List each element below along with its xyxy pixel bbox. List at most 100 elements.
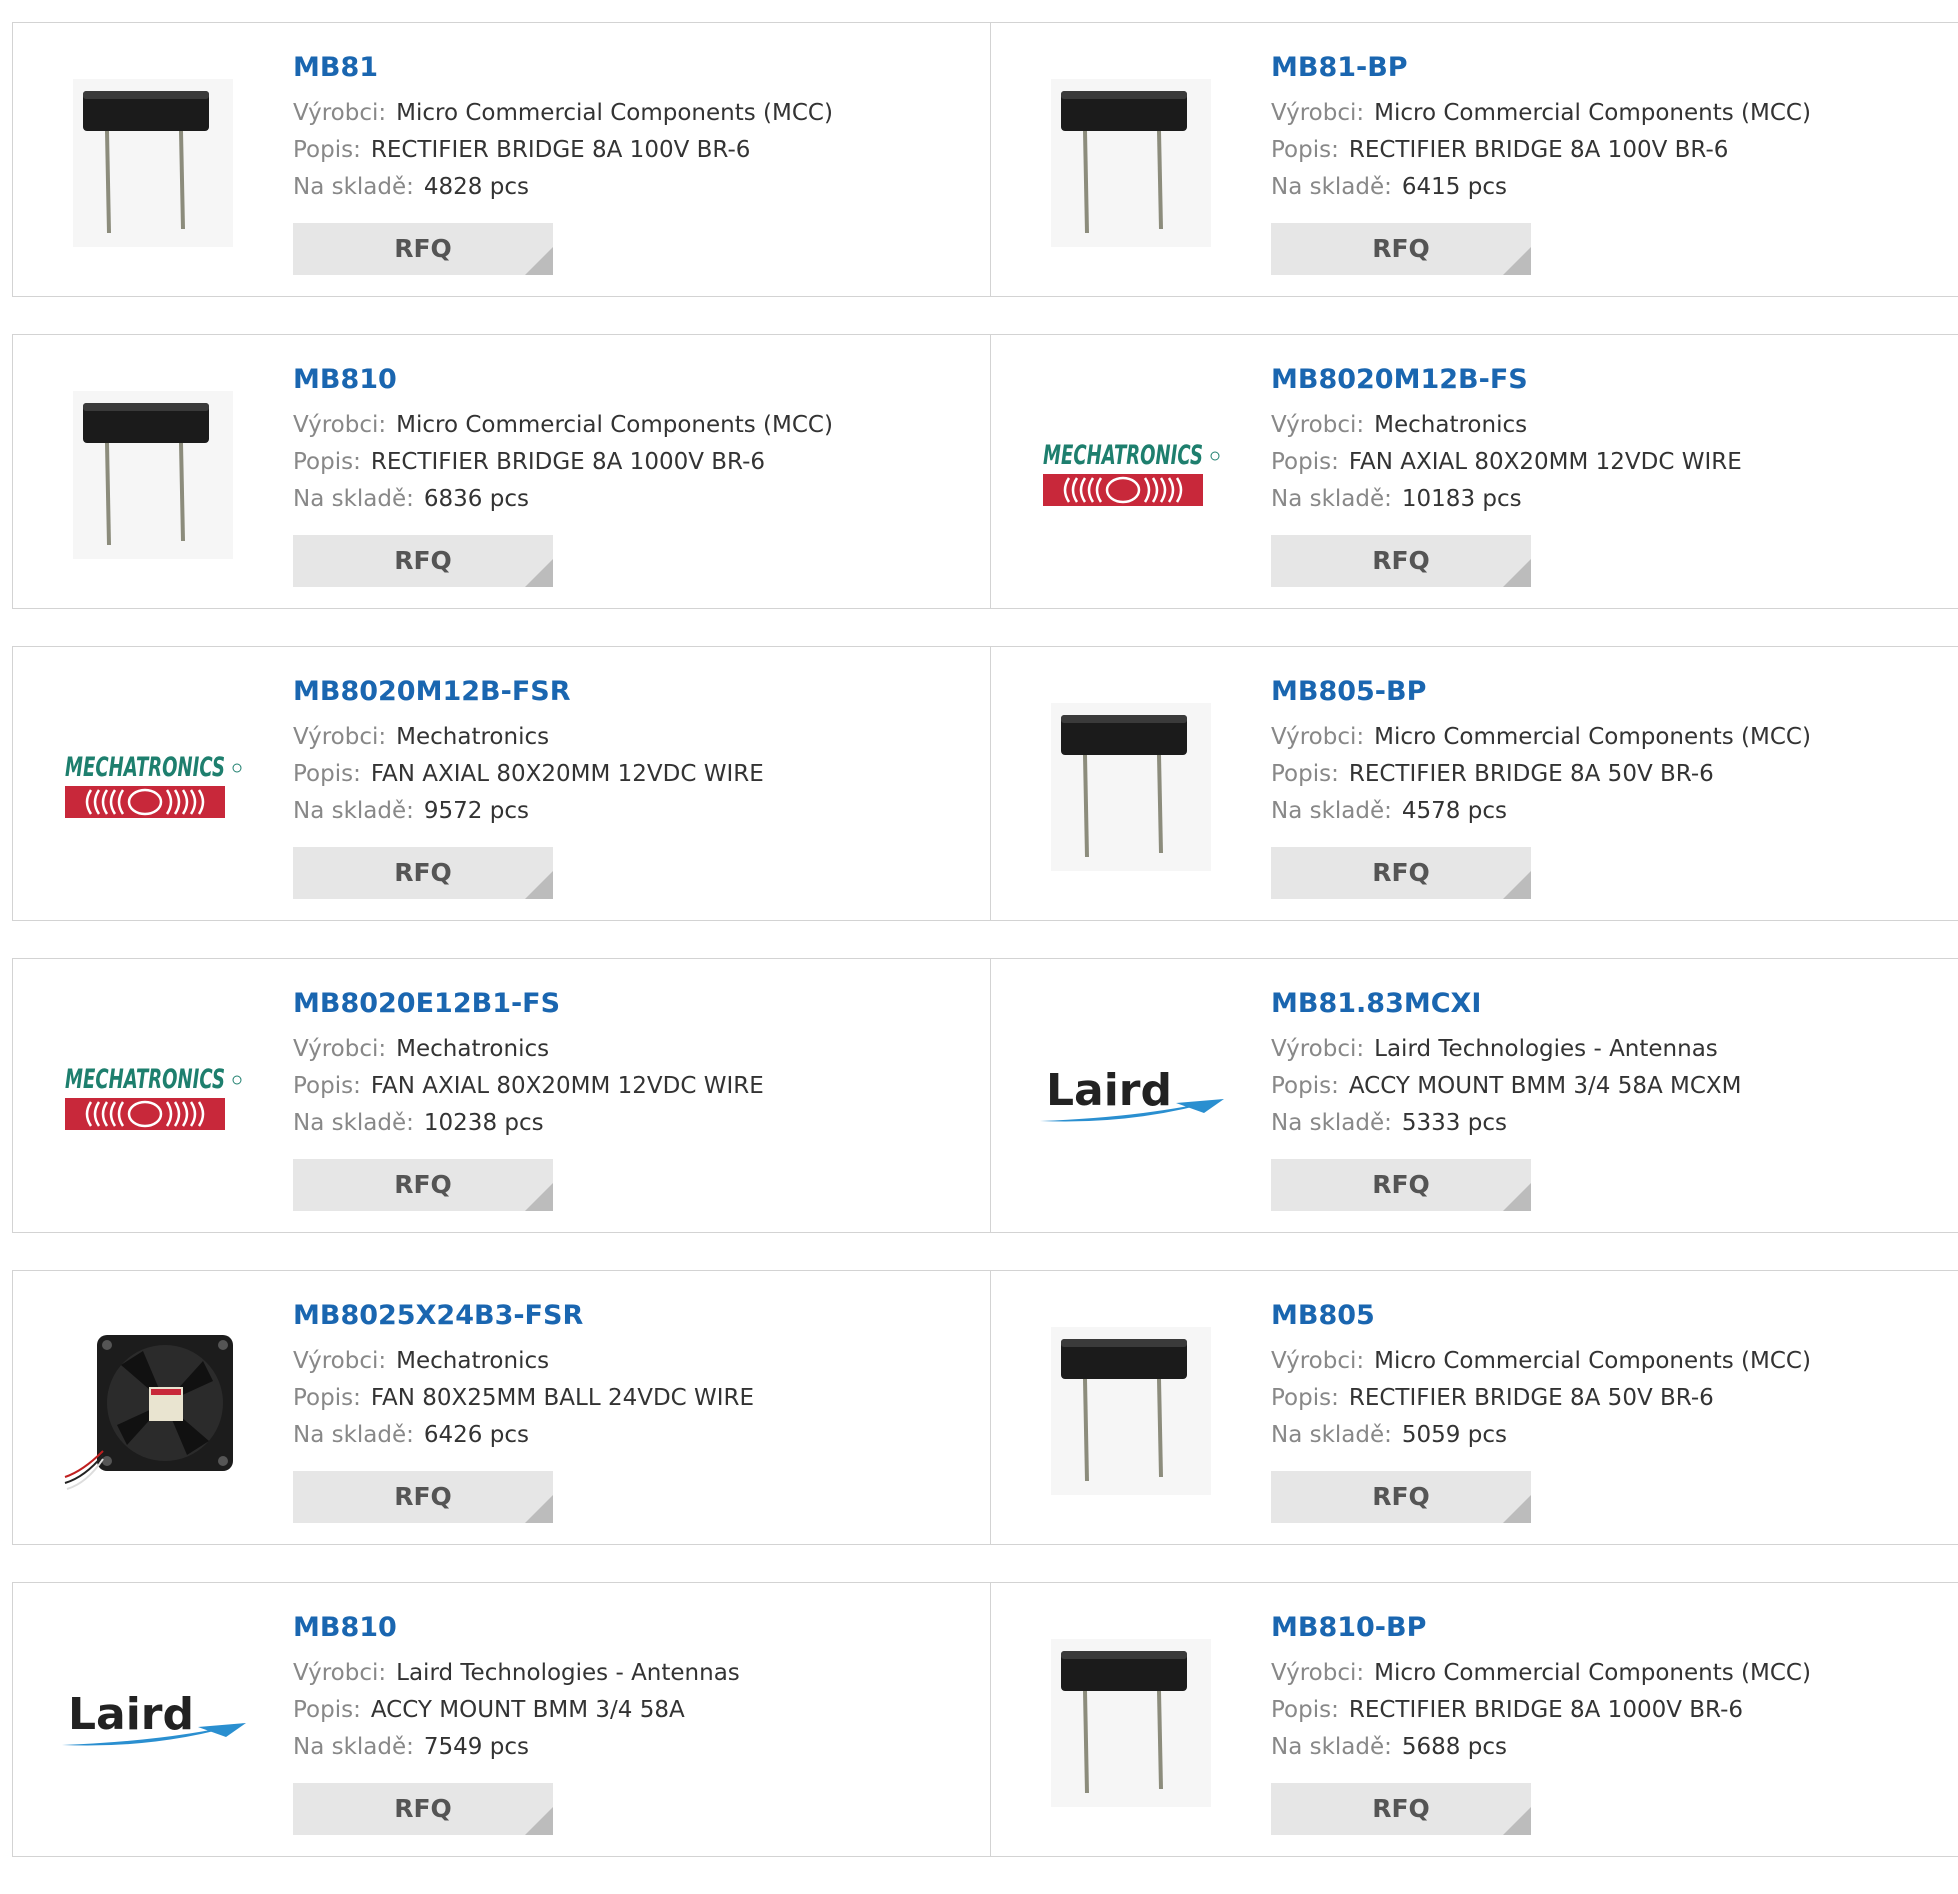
stock-label: Na skladě: — [1271, 1734, 1392, 1760]
description-line: Popis: RECTIFIER BRIDGE 8A 50V BR-6 — [1271, 756, 1811, 793]
description-line: Popis: RECTIFIER BRIDGE 8A 1000V BR-6 — [1271, 1692, 1811, 1729]
mechatronics-logo[interactable]: MECHATRONICS — [53, 687, 253, 887]
part-number-link[interactable]: MB8020E12B1-FS — [293, 987, 764, 1021]
rfq-button[interactable]: RFQ — [1271, 847, 1531, 899]
product-card: MECHATRONICS MB8020E12B1-FS Výrobci: Mechat… — [12, 958, 991, 1233]
description-label: Popis: — [293, 1073, 361, 1099]
stock-label: Na skladě: — [293, 486, 414, 512]
description-value: RECTIFIER BRIDGE 8A 100V BR-6 — [1348, 137, 1729, 163]
stock-value: 5333 pcs — [1401, 1110, 1507, 1136]
bridge-rectifier-image[interactable] — [1031, 1311, 1231, 1511]
corner-triangle-icon — [1503, 559, 1531, 587]
manufacturer-value: Micro Commercial Components (MCC) — [1374, 100, 1811, 126]
corner-triangle-icon — [525, 559, 553, 587]
manufacturer-label: Výrobci: — [293, 1660, 387, 1686]
rfq-button[interactable]: RFQ — [293, 1471, 553, 1523]
product-card: MB81-BP Výrobci: Micro Commercial Componen… — [991, 22, 1958, 297]
stock-label: Na skladě: — [293, 1734, 414, 1760]
description-label: Popis: — [293, 449, 361, 475]
rfq-button[interactable]: RFQ — [293, 223, 553, 275]
rfq-button[interactable]: RFQ — [1271, 223, 1531, 275]
corner-triangle-icon — [1503, 1183, 1531, 1211]
rfq-label: RFQ — [394, 858, 452, 887]
manufacturer-line: Výrobci: Micro Commercial Components (MCC… — [1271, 1655, 1811, 1692]
stock-line: Na skladě: 10183 pcs — [1271, 481, 1742, 518]
corner-triangle-icon — [525, 1183, 553, 1211]
description-label: Popis: — [1271, 449, 1339, 475]
description-label: Popis: — [293, 1697, 361, 1723]
product-info: MB81.83MCXI Výrobci: Laird Technologies - … — [1271, 987, 1742, 1142]
manufacturer-line: Výrobci: Micro Commercial Components (MCC… — [293, 407, 833, 444]
rfq-label: RFQ — [394, 1170, 452, 1199]
laird-logo[interactable]: Laird — [1031, 999, 1231, 1199]
stock-line: Na skladě: 10238 pcs — [293, 1105, 764, 1142]
manufacturer-label: Výrobci: — [293, 412, 387, 438]
stock-value: 5688 pcs — [1401, 1734, 1507, 1760]
manufacturer-value: Micro Commercial Components (MCC) — [396, 412, 833, 438]
svg-text:MECHATRONICS: MECHATRONICS — [65, 1064, 225, 1095]
product-row: MECHATRONICS MB8020M12B-FSR Výrobci: Mechat… — [12, 646, 1958, 921]
part-number-link[interactable]: MB810-BP — [1271, 1611, 1811, 1645]
part-number-link[interactable]: MB81.83MCXI — [1271, 987, 1742, 1021]
manufacturer-label: Výrobci: — [1271, 1348, 1365, 1374]
rfq-button[interactable]: RFQ — [293, 1783, 553, 1835]
manufacturer-line: Výrobci: Micro Commercial Components (MCC… — [1271, 95, 1811, 132]
manufacturer-value: Mechatronics — [1374, 412, 1528, 438]
part-number-link[interactable]: MB8020M12B-FS — [1271, 363, 1742, 397]
bridge-rectifier-image[interactable] — [1031, 1623, 1231, 1823]
product-info: MB810 Výrobci: Micro Commercial Components… — [293, 363, 833, 518]
mechatronics-logo[interactable]: MECHATRONICS — [53, 999, 253, 1199]
rfq-button[interactable]: RFQ — [1271, 535, 1531, 587]
manufacturer-line: Výrobci: Mechatronics — [293, 719, 764, 756]
description-line: Popis: RECTIFIER BRIDGE 8A 100V BR-6 — [1271, 132, 1811, 169]
bridge-rectifier-image[interactable] — [1031, 687, 1231, 887]
description-line: Popis: ACCY MOUNT BMM 3/4 58A — [293, 1692, 740, 1729]
description-value: FAN 80X25MM BALL 24VDC WIRE — [370, 1385, 755, 1411]
part-number-link[interactable]: MB805 — [1271, 1299, 1811, 1333]
rfq-button[interactable]: RFQ — [293, 847, 553, 899]
part-number-link[interactable]: MB81-BP — [1271, 51, 1811, 85]
rfq-button[interactable]: RFQ — [1271, 1783, 1531, 1835]
laird-logo[interactable]: Laird — [53, 1623, 253, 1823]
part-number-link[interactable]: MB8020M12B-FSR — [293, 675, 764, 709]
description-value: ACCY MOUNT BMM 3/4 58A MCXM — [1348, 1073, 1742, 1099]
manufacturer-line: Výrobci: Mechatronics — [293, 1031, 764, 1068]
rfq-button[interactable]: RFQ — [293, 535, 553, 587]
part-number-link[interactable]: MB810 — [293, 363, 833, 397]
part-number-link[interactable]: MB81 — [293, 51, 833, 85]
rfq-button[interactable]: RFQ — [293, 1159, 553, 1211]
rfq-button[interactable]: RFQ — [1271, 1471, 1531, 1523]
bridge-rectifier-image[interactable] — [1031, 63, 1231, 263]
rfq-label: RFQ — [394, 234, 452, 263]
rfq-label: RFQ — [1372, 1482, 1430, 1511]
part-number-link[interactable]: MB805-BP — [1271, 675, 1811, 709]
description-value: FAN AXIAL 80X20MM 12VDC WIRE — [1348, 449, 1742, 475]
description-line: Popis: FAN AXIAL 80X20MM 12VDC WIRE — [293, 1068, 764, 1105]
stock-value: 6415 pcs — [1401, 174, 1507, 200]
description-value: RECTIFIER BRIDGE 8A 1000V BR-6 — [1348, 1697, 1744, 1723]
product-row: Laird MB810 Výrobci: Laird Technologies - A… — [12, 1582, 1958, 1857]
manufacturer-label: Výrobci: — [1271, 1036, 1365, 1062]
manufacturer-label: Výrobci: — [1271, 1660, 1365, 1686]
part-number-link[interactable]: MB810 — [293, 1611, 740, 1645]
description-line: Popis: FAN AXIAL 80X20MM 12VDC WIRE — [1271, 444, 1742, 481]
corner-triangle-icon — [525, 247, 553, 275]
manufacturer-label: Výrobci: — [1271, 724, 1365, 750]
fan-image[interactable] — [53, 1311, 253, 1511]
product-card: MB810 Výrobci: Micro Commercial Components… — [12, 334, 991, 609]
description-label: Popis: — [1271, 1073, 1339, 1099]
stock-label: Na skladě: — [1271, 1110, 1392, 1136]
bridge-rectifier-image[interactable] — [53, 375, 253, 575]
part-number-link[interactable]: MB8025X24B3-FSR — [293, 1299, 754, 1333]
corner-triangle-icon — [1503, 871, 1531, 899]
rfq-button[interactable]: RFQ — [1271, 1159, 1531, 1211]
product-card: MB81 Výrobci: Micro Commercial Components … — [12, 22, 991, 297]
bridge-rectifier-image[interactable] — [53, 63, 253, 263]
manufacturer-line: Výrobci: Laird Technologies - Antennas — [1271, 1031, 1742, 1068]
corner-triangle-icon — [1503, 247, 1531, 275]
mechatronics-logo[interactable]: MECHATRONICS — [1031, 375, 1231, 575]
description-line: Popis: FAN 80X25MM BALL 24VDC WIRE — [293, 1380, 754, 1417]
svg-text:Laird: Laird — [68, 1689, 194, 1740]
product-row: MB81 Výrobci: Micro Commercial Components … — [12, 22, 1958, 297]
corner-triangle-icon — [1503, 1807, 1531, 1835]
